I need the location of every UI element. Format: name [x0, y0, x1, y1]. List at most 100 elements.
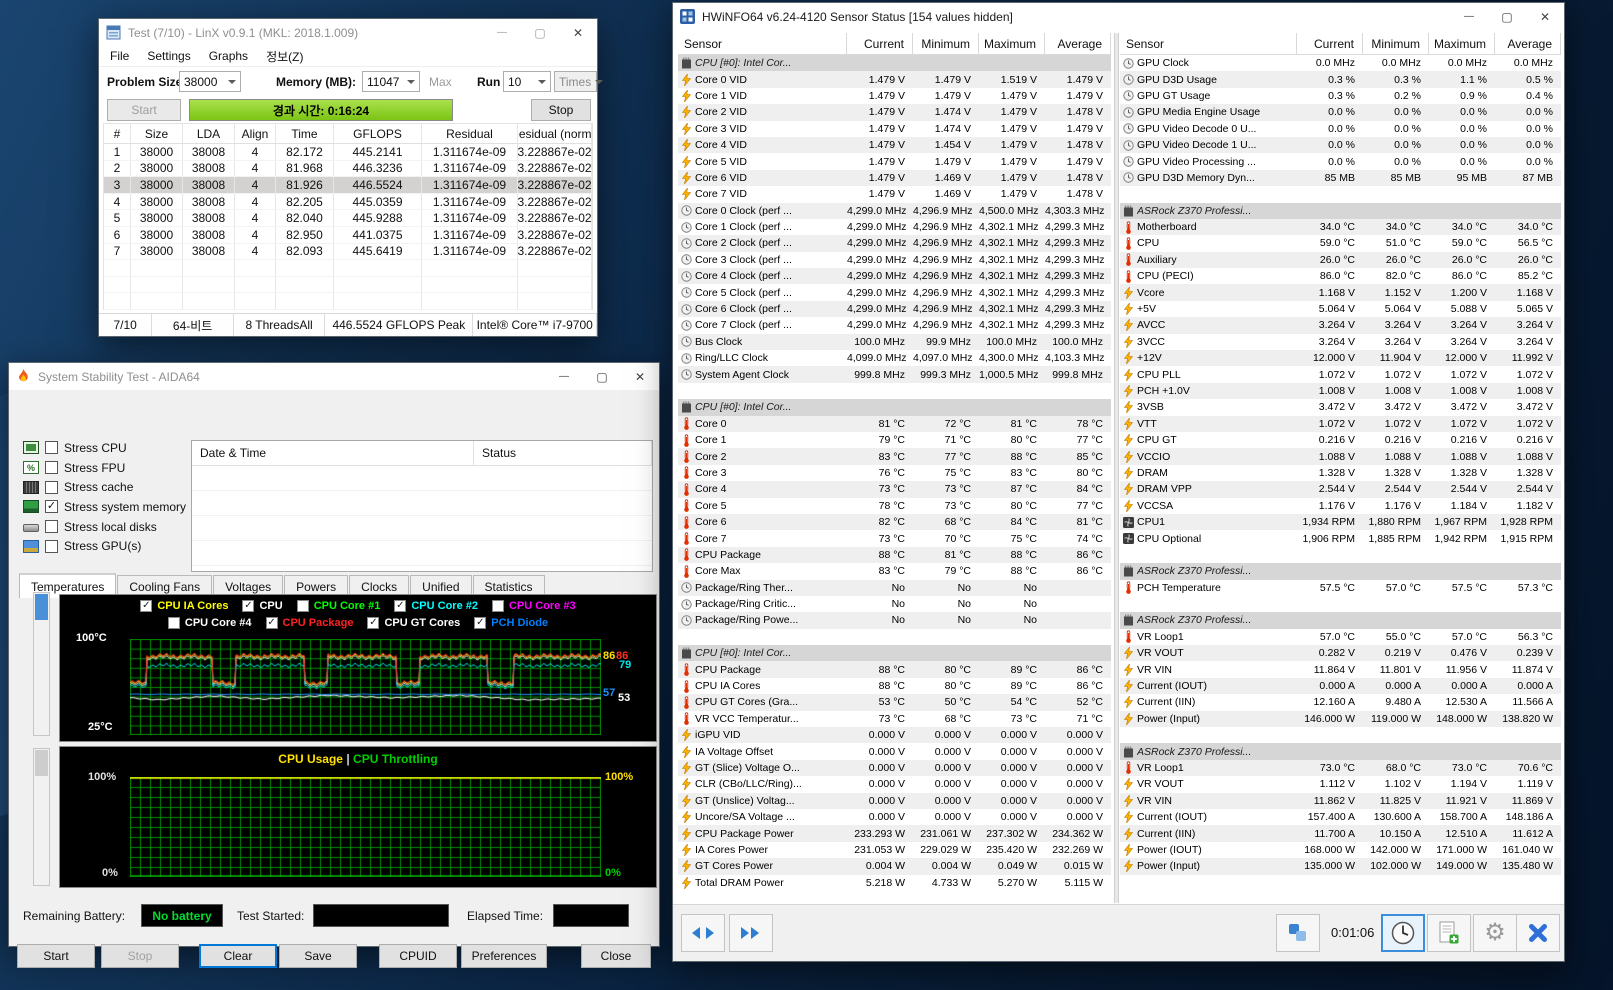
- checkbox[interactable]: ✓: [265, 617, 278, 629]
- memory-select[interactable]: 11047: [362, 71, 420, 92]
- table-row[interactable]: 4 38000 38008 4 82.205 445.0359 1.311674e-09 3.…: [104, 193, 592, 211]
- stop-button[interactable]: Stop: [101, 944, 179, 968]
- sensor-row[interactable]: CPU PLL 1.072 V 1.072 V 1.072 V 1.072 V: [1120, 366, 1561, 382]
- sensor-row[interactable]: VTT 1.072 V 1.072 V 1.072 V 1.072 V: [1120, 415, 1561, 432]
- sensor-row[interactable]: GPU Video Decode 1 U... 0.0 % 0.0 % 0.0 % 0.…: [1120, 136, 1561, 154]
- sensor-row[interactable]: GPU Clock 0.0 MHz 0.0 MHz 0.0 MHz 0.0 MHz: [1120, 55, 1561, 71]
- sensor-row[interactable]: CPU Package Power 233.293 W 231.061 W 237.3…: [678, 825, 1111, 842]
- sensor-row[interactable]: Package/Ring Powe... No No No: [678, 612, 1111, 629]
- sensor-row[interactable]: Vcore 1.168 V 1.152 V 1.200 V 1.168 V: [1120, 284, 1561, 301]
- table-row[interactable]: 7 38000 38008 4 82.093 445.6419 1.311674e-09 3.…: [104, 243, 592, 261]
- sensor-row[interactable]: Core 0 Clock (perf ... 4,299.0 MHz 4,296.9…: [678, 202, 1111, 219]
- sensor-row[interactable]: CLR (CBo/LLC/Ring)... 0.000 V 0.000 V 0.000…: [678, 776, 1111, 792]
- checkbox[interactable]: ✓: [140, 600, 153, 612]
- menu-item[interactable]: Settings: [138, 47, 199, 65]
- clear-button[interactable]: Clear: [199, 944, 277, 968]
- sensor-row[interactable]: +12V 12.000 V 11.904 V 12.000 V 11.992 V: [1120, 350, 1561, 367]
- sensor-row[interactable]: CPU IA Cores 88 °C 80 °C 89 °C 86 °C: [678, 678, 1111, 694]
- legend-item[interactable]: CPU Core #3: [491, 600, 576, 612]
- times-select[interactable]: Times: [554, 71, 597, 92]
- sensor-row[interactable]: Current (IOUT) 157.400 A 130.600 A 158.700 …: [1120, 809, 1561, 825]
- sensor-row[interactable]: IA Cores Power 231.053 W 229.029 W 235.420 …: [678, 842, 1111, 858]
- checkbox[interactable]: [45, 441, 58, 455]
- sensor-row[interactable]: Motherboard 34.0 °C 34.0 °C 34.0 °C 34.0 °C: [1120, 218, 1561, 236]
- sensor-row[interactable]: GPU D3D Memory Dyn... 85 MB 85 MB 95 MB 87 M…: [1120, 169, 1561, 187]
- sensor-row[interactable]: Core 3 76 °C 75 °C 83 °C 80 °C: [678, 465, 1111, 481]
- sensor-row[interactable]: VR VOUT 0.282 V 0.219 V 0.476 V 0.239 V: [1120, 645, 1561, 662]
- sensor-row[interactable]: Core 6 Clock (perf ... 4,299.0 MHz 4,296.9…: [678, 300, 1111, 318]
- sensor-row[interactable]: GT (Unslice) Voltag... 0.000 V 0.000 V 0.00…: [678, 792, 1111, 809]
- checkbox[interactable]: [45, 539, 58, 553]
- sensor-row[interactable]: Package/Ring Critic... No No No: [678, 596, 1111, 612]
- legend-item[interactable]: ✓ CPU Package: [265, 617, 353, 629]
- stress-option[interactable]: Stress FPU: [23, 458, 191, 478]
- sensor-row[interactable]: GPU Media Engine Usage 0.0 % 0.0 % 0.0 % 0.0…: [1120, 104, 1561, 121]
- sensor-group-row[interactable]: CPU [#0]: Intel Cor...: [678, 55, 1111, 72]
- settings-button[interactable]: ⚙: [1473, 914, 1517, 952]
- menu-item[interactable]: Graphs: [200, 47, 257, 65]
- stress-option[interactable]: Stress cache: [23, 477, 191, 497]
- checkbox[interactable]: ✓: [242, 600, 255, 612]
- stress-option[interactable]: Stress CPU: [23, 438, 191, 458]
- sensor-row[interactable]: DRAM VPP 2.544 V 2.544 V 2.544 V 2.544 V: [1120, 481, 1561, 498]
- maximize-icon[interactable]: [521, 19, 559, 46]
- sensor-row[interactable]: Core 0 81 °C 72 °C 81 °C 78 °C: [678, 415, 1111, 432]
- sensor-row[interactable]: Auxiliary 26.0 °C 26.0 °C 26.0 °C 26.0 °C: [1120, 251, 1561, 269]
- table-row[interactable]: 1 38000 38008 4 82.172 445.2141 1.311674e-09 3.…: [104, 144, 592, 161]
- sensor-row[interactable]: 3VSB 3.472 V 3.472 V 3.472 V 3.472 V: [1120, 399, 1561, 415]
- close-icon[interactable]: [621, 363, 659, 390]
- close-icon[interactable]: [559, 19, 597, 46]
- sensor-row[interactable]: PCH +1.0V 1.008 V 1.008 V 1.008 V 1.008 V: [1120, 382, 1561, 400]
- sensor-row[interactable]: Core 4 VID 1.479 V 1.454 V 1.479 V 1.478 V: [678, 136, 1111, 154]
- sensor-row[interactable]: Core 7 VID 1.479 V 1.469 V 1.479 V 1.478 V: [678, 186, 1111, 202]
- checkbox[interactable]: ✓: [367, 617, 380, 629]
- sensor-row[interactable]: Core Max 83 °C 79 °C 88 °C 86 °C: [678, 563, 1111, 579]
- column-header[interactable]: Average: [1045, 33, 1111, 54]
- save-button[interactable]: Save: [279, 944, 357, 968]
- column-header[interactable]: Current: [1297, 33, 1363, 54]
- checkbox[interactable]: [491, 600, 504, 612]
- stop-button[interactable]: Stop: [531, 99, 591, 121]
- sensor-row[interactable]: Core 1 Clock (perf ... 4,299.0 MHz 4,296.9…: [678, 219, 1111, 235]
- stress-option[interactable]: ✓ Stress system memory: [23, 497, 191, 517]
- column-header[interactable]: Sensor: [1120, 33, 1297, 54]
- column-header[interactable]: Maximum: [1429, 33, 1495, 54]
- checkbox[interactable]: [167, 617, 180, 629]
- stress-option[interactable]: Stress local disks: [23, 517, 191, 537]
- sensor-group-row[interactable]: CPU [#0]: Intel Cor...: [678, 399, 1111, 416]
- nav-fast-forward-button[interactable]: [729, 914, 773, 952]
- sensor-row[interactable]: CPU Optional 1,906 RPM 1,885 RPM 1,942 RPM 1…: [1120, 530, 1561, 546]
- sensor-row[interactable]: VR Loop1 73.0 °C 68.0 °C 73.0 °C 70.6 °C: [1120, 759, 1561, 777]
- sensor-row[interactable]: Core 4 73 °C 73 °C 87 °C 84 °C: [678, 481, 1111, 498]
- table-row[interactable]: 2 38000 38008 4 81.968 446.3236 1.311674e-09 3.…: [104, 160, 592, 178]
- sensor-row[interactable]: VR Loop1 57.0 °C 55.0 °C 57.0 °C 56.3 °C: [1120, 629, 1561, 645]
- pane-divider[interactable]: [1114, 33, 1119, 903]
- column-header[interactable]: Current: [847, 33, 913, 54]
- scrollbar-thumb[interactable]: [35, 750, 48, 776]
- close-button[interactable]: Close: [581, 944, 651, 968]
- table-row[interactable]: 3 38000 38008 4 81.926 446.5524 1.311674e-09 3.…: [104, 177, 592, 194]
- minimize-icon[interactable]: [1450, 3, 1488, 30]
- temp-graph-scrollbar[interactable]: [33, 592, 50, 736]
- sensor-row[interactable]: Core 5 78 °C 73 °C 80 °C 77 °C: [678, 498, 1111, 514]
- checkbox[interactable]: ✓: [394, 600, 407, 612]
- sensor-row[interactable]: GT (Slice) Voltage O... 0.000 V 0.000 V 0.0…: [678, 759, 1111, 777]
- sensor-row[interactable]: CPU1 1,934 RPM 1,880 RPM 1,967 RPM 1,928 RPM: [1120, 513, 1561, 531]
- sensor-row[interactable]: VCCIO 1.088 V 1.088 V 1.088 V 1.088 V: [1120, 448, 1561, 465]
- sensor-row[interactable]: Power (Input) 135.000 W 102.000 W 149.000 W…: [1120, 858, 1561, 875]
- stress-option[interactable]: Stress GPU(s): [23, 536, 191, 556]
- column-header[interactable]: Minimum: [913, 33, 979, 54]
- sensor-row[interactable]: +5V 5.064 V 5.064 V 5.088 V 5.065 V: [1120, 301, 1561, 317]
- column-header-status[interactable]: Status: [474, 441, 652, 465]
- legend-item[interactable]: ✓ CPU IA Cores: [140, 600, 228, 612]
- sensor-group-row[interactable]: CPU [#0]: Intel Cor...: [678, 645, 1111, 662]
- sensor-row[interactable]: PCH Temperature 57.5 °C 57.0 °C 57.5 °C 57.3…: [1120, 580, 1561, 596]
- sensor-row[interactable]: GPU GT Usage 0.3 % 0.2 % 0.9 % 0.4 %: [1120, 88, 1561, 104]
- sensor-settings-button[interactable]: [1276, 914, 1320, 952]
- sensor-row[interactable]: VR VCC Temperatur... 73 °C 68 °C 73 °C 71 °C: [678, 711, 1111, 727]
- hwinfo-titlebar[interactable]: HWiNFO64 v6.24-4120 Sensor Status [154 v…: [673, 3, 1564, 30]
- sensor-row[interactable]: Current (IIN) 12.160 A 9.480 A 12.530 A 11.5…: [1120, 694, 1561, 710]
- column-header[interactable]: Minimum: [1363, 33, 1429, 54]
- legend-item[interactable]: ✓ CPU GT Cores: [367, 617, 460, 629]
- column-header[interactable]: Average: [1495, 33, 1561, 54]
